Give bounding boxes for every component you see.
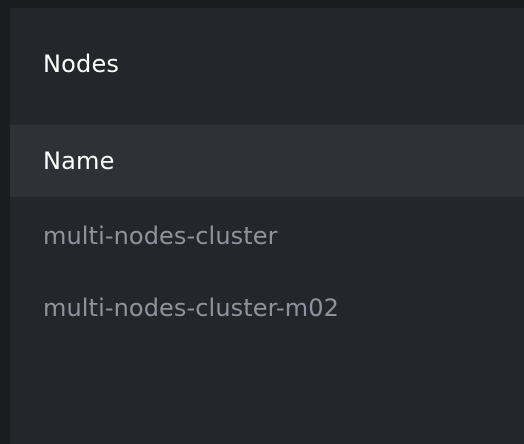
node-name[interactable]: multi-nodes-cluster	[43, 220, 278, 252]
window-frame: Nodes Name multi-nodes-cluster multi-nod…	[0, 0, 524, 444]
column-header-name[interactable]: Name	[43, 145, 115, 177]
nodes-panel: Nodes Name multi-nodes-cluster multi-nod…	[10, 8, 524, 444]
table-row[interactable]: multi-nodes-cluster	[10, 208, 524, 264]
panel-title: Nodes	[43, 50, 120, 78]
table-header: Name	[10, 125, 524, 197]
node-name[interactable]: multi-nodes-cluster-m02	[43, 292, 339, 324]
table-row[interactable]: multi-nodes-cluster-m02	[10, 280, 524, 336]
